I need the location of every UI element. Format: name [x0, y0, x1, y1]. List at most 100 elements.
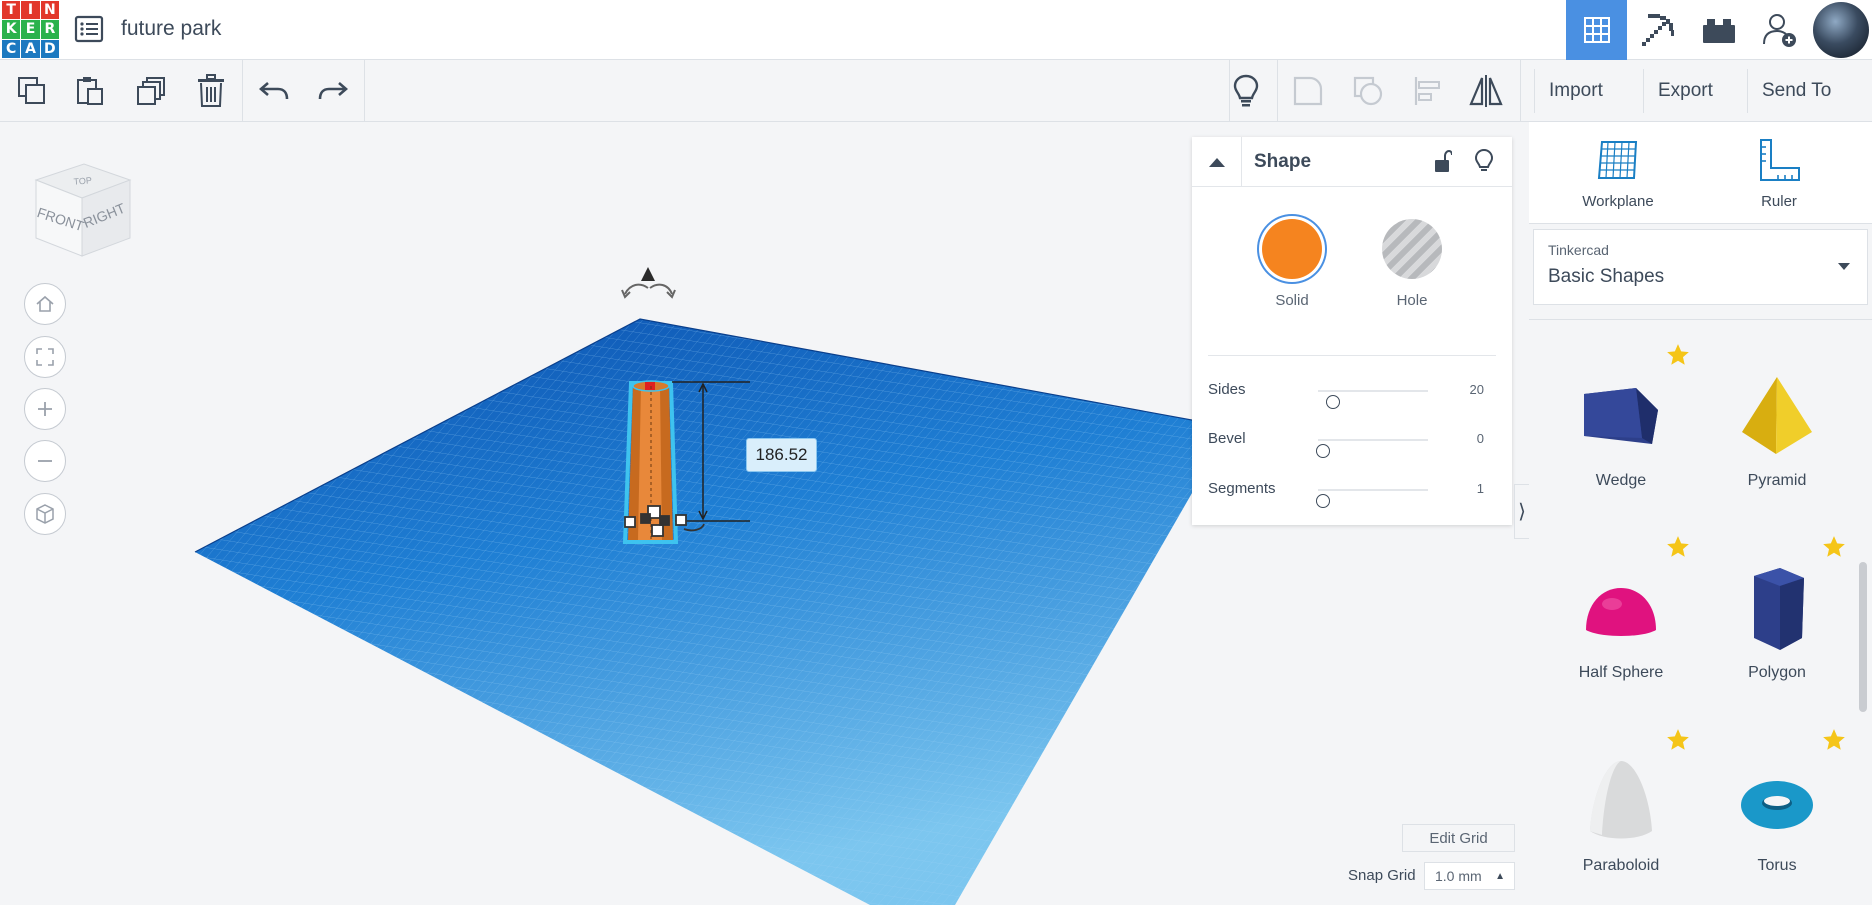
height-dimension-label[interactable]: 186.52 — [746, 438, 817, 472]
toolbar: Import Export Send To — [0, 60, 1872, 122]
group-icon — [1293, 76, 1323, 106]
ruler-icon — [1760, 139, 1800, 181]
logo-letter: N — [40, 1, 59, 20]
top-bar: TINKERCAD future park — [0, 0, 1872, 60]
shape-polygon[interactable]: Polygon — [1707, 534, 1847, 704]
torus-icon — [1741, 781, 1813, 829]
star-icon[interactable] — [1821, 534, 1847, 560]
shape-half-sphere[interactable]: Half Sphere — [1551, 534, 1691, 704]
blocks-view-button[interactable] — [1627, 0, 1688, 60]
import-button[interactable]: Import — [1534, 69, 1617, 113]
duplicate-button[interactable] — [133, 73, 169, 109]
bevel-slider-knob[interactable] — [1316, 444, 1330, 458]
segments-slider-knob[interactable] — [1316, 494, 1330, 508]
sides-slider-knob[interactable] — [1325, 395, 1340, 409]
star-icon[interactable] — [1665, 534, 1691, 560]
undo-icon — [259, 82, 289, 100]
bricks-view-button[interactable] — [1688, 0, 1749, 60]
segments-value[interactable]: 1 — [1477, 481, 1484, 496]
align-button[interactable] — [1410, 73, 1446, 109]
shape-library-select[interactable]: Tinkercad Basic Shapes — [1533, 229, 1868, 305]
toolbar-separator — [364, 60, 365, 121]
hide-button[interactable] — [1474, 148, 1494, 179]
hole-swatch[interactable] — [1382, 219, 1442, 279]
shape-torus[interactable]: Torus — [1707, 727, 1847, 897]
shape-pyramid[interactable]: Pyramid — [1707, 342, 1847, 512]
logo-letter: D — [40, 39, 59, 58]
group-button[interactable] — [1290, 73, 1326, 109]
copy-button[interactable] — [14, 73, 50, 109]
delete-icon — [198, 74, 224, 107]
library-name: Basic Shapes — [1548, 266, 1665, 287]
design-title[interactable]: future park — [121, 17, 221, 41]
zoom-in-button[interactable] — [24, 388, 66, 430]
workplane-tool[interactable]: Workplane — [1563, 138, 1673, 210]
panel-toggle-button[interactable]: ⟩ — [1514, 484, 1529, 539]
send-to-button[interactable]: Send To — [1747, 69, 1845, 113]
invite-user-button[interactable] — [1749, 0, 1810, 60]
fit-view-icon — [36, 348, 54, 366]
align-icon — [1414, 77, 1440, 105]
toolbar-separator — [242, 60, 243, 121]
logo-letter: K — [2, 20, 21, 39]
solid-color-swatch[interactable] — [1262, 219, 1322, 279]
inspector-divider — [1208, 355, 1496, 356]
home-view-button[interactable] — [24, 283, 66, 325]
sides-slider-track[interactable] — [1318, 390, 1428, 409]
add-user-icon — [1762, 14, 1796, 47]
copy-icon — [18, 77, 45, 104]
avatar-image — [1813, 2, 1869, 58]
hole-label: Hole — [1396, 292, 1428, 309]
shape-wedge[interactable]: Wedge — [1551, 342, 1691, 512]
star-icon[interactable] — [1821, 727, 1847, 753]
unlock-icon — [1435, 149, 1453, 172]
shape-paraboloid[interactable]: Paraboloid — [1551, 727, 1691, 897]
sides-row: Sides 20 — [1208, 379, 1484, 409]
bevel-slider-track[interactable] — [1316, 439, 1428, 458]
3d-viewport[interactable]: TOP FRONT RIGHT 186.52 Shape Solid Hole … — [0, 122, 1529, 905]
shape-name: Polygon — [1748, 664, 1806, 681]
mirror-button[interactable] — [1468, 73, 1504, 109]
3d-design-view-button[interactable] — [1566, 0, 1627, 60]
undo-button[interactable] — [256, 73, 292, 109]
star-icon[interactable] — [1665, 342, 1691, 368]
redo-icon — [318, 82, 348, 100]
ungroup-button[interactable] — [1350, 73, 1386, 109]
logo-letter: A — [21, 39, 40, 58]
user-avatar[interactable] — [1810, 0, 1872, 60]
pickaxe-icon — [1641, 14, 1674, 46]
redo-button[interactable] — [315, 73, 351, 109]
view-cube-top: TOP — [73, 175, 92, 187]
bevel-value[interactable]: 0 — [1477, 431, 1484, 446]
inspector-collapse-button[interactable] — [1192, 137, 1242, 187]
edit-grid-button[interactable]: Edit Grid — [1402, 824, 1515, 852]
bulb-icon — [1474, 148, 1494, 171]
zoom-out-button[interactable] — [24, 440, 66, 482]
paste-button[interactable] — [72, 73, 108, 109]
sides-label: Sides — [1208, 381, 1246, 398]
tinkercad-logo[interactable]: TINKERCAD — [2, 1, 59, 58]
sides-value[interactable]: 20 — [1470, 382, 1484, 397]
export-button[interactable]: Export — [1643, 69, 1727, 113]
snap-grid-select[interactable]: 1.0 mm ▲ — [1424, 862, 1515, 890]
shapes-scrollbar[interactable] — [1859, 562, 1867, 712]
duplicate-icon — [137, 77, 165, 105]
perspective-toggle-button[interactable] — [24, 493, 66, 535]
bevel-label: Bevel — [1208, 430, 1246, 447]
delete-button[interactable] — [193, 73, 229, 109]
segments-slider-track[interactable] — [1316, 489, 1428, 508]
lock-button[interactable] — [1434, 149, 1453, 179]
chevron-right-icon: ⟩ — [1518, 501, 1526, 523]
shape-name: Paraboloid — [1582, 857, 1660, 874]
notes-button[interactable] — [1228, 73, 1264, 109]
home-icon — [36, 295, 54, 312]
panel-divider — [1529, 319, 1872, 320]
rotation-handle[interactable] — [621, 267, 676, 299]
star-icon[interactable] — [1665, 727, 1691, 753]
view-cube[interactable]: TOP FRONT RIGHT — [28, 158, 138, 263]
design-list-button[interactable] — [74, 15, 104, 43]
wedge-icon — [1584, 388, 1658, 444]
ruler-tool[interactable]: Ruler — [1724, 138, 1834, 210]
fit-view-button[interactable] — [24, 336, 66, 378]
perspective-icon — [36, 504, 54, 524]
